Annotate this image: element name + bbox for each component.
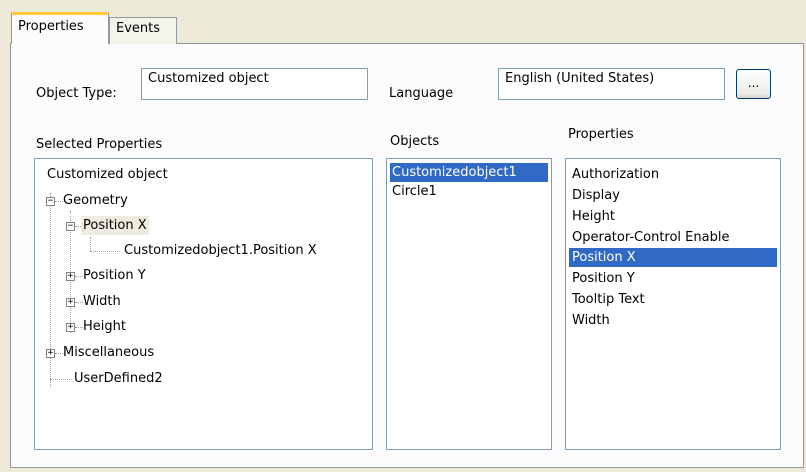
list-item[interactable]: Circle1	[390, 182, 437, 201]
tree-line	[50, 379, 72, 380]
language-browse-button[interactable]: ...	[736, 69, 771, 99]
properties-list[interactable]: Authorization Display Height Operator-Co…	[565, 158, 781, 450]
list-item[interactable]: Width	[569, 311, 610, 330]
properties-label: Properties	[568, 127, 634, 142]
tab-bar: Events Properties	[0, 0, 806, 44]
expand-icon[interactable]: +	[66, 272, 75, 281]
list-item[interactable]: Position X	[569, 248, 777, 267]
expand-icon[interactable]: +	[66, 298, 75, 307]
selected-properties-label: Selected Properties	[36, 137, 163, 152]
tree-node-height[interactable]: Height	[81, 317, 128, 336]
list-item[interactable]: Authorization	[569, 165, 659, 184]
tree-node-miscellaneous[interactable]: Miscellaneous	[61, 343, 156, 362]
objects-label: Objects	[390, 134, 440, 149]
object-type-label: Object Type:	[36, 86, 117, 101]
list-item[interactable]: Tooltip Text	[569, 290, 645, 309]
tree-node-width[interactable]: Width	[81, 292, 123, 311]
collapse-icon[interactable]: −	[66, 222, 75, 231]
tree-node-position-y[interactable]: Position Y	[81, 266, 148, 285]
tab-events[interactable]: Events	[109, 17, 177, 44]
tree-node-root[interactable]: Customized object	[45, 165, 170, 184]
list-item[interactable]: Customizedobject1	[390, 163, 548, 182]
tree-line	[90, 237, 91, 251]
objects-list[interactable]: Customizedobject1 Circle1	[386, 158, 552, 450]
tab-properties[interactable]: Properties	[11, 12, 109, 44]
tree-node-geometry[interactable]: Geometry	[61, 191, 130, 210]
list-item[interactable]: Position Y	[569, 269, 635, 288]
expand-icon[interactable]: +	[46, 349, 55, 358]
tree-line	[90, 251, 120, 252]
tree-node-position-x-child[interactable]: Customizedobject1.Position X	[122, 241, 319, 260]
list-item[interactable]: Operator-Control Enable	[569, 228, 729, 247]
tree-node-position-x[interactable]: Position X	[81, 216, 149, 235]
language-label: Language	[389, 86, 454, 101]
tree-node-userdefined2[interactable]: UserDefined2	[72, 369, 165, 388]
object-type-field[interactable]: Customized object	[141, 68, 368, 100]
list-item[interactable]: Display	[569, 186, 620, 205]
collapse-icon[interactable]: −	[46, 197, 55, 206]
language-field[interactable]: English (United States)	[498, 68, 725, 100]
expand-icon[interactable]: +	[66, 323, 75, 332]
list-item[interactable]: Height	[569, 207, 615, 226]
selected-properties-tree[interactable]: Customized object − Geometry − Position …	[34, 158, 373, 450]
